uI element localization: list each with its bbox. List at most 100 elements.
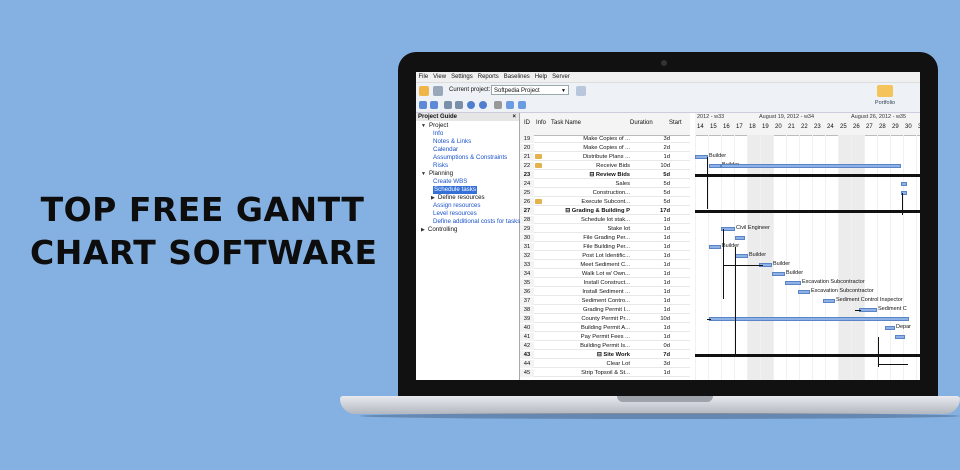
unlink-tasks-icon[interactable] xyxy=(455,101,463,109)
collapse-icon[interactable] xyxy=(430,101,438,109)
guide-item-label: Define resources xyxy=(437,194,485,201)
col-start[interactable]: Start xyxy=(669,120,682,126)
gantt-task-bar[interactable] xyxy=(735,236,745,240)
table-row[interactable]: 40 Building Permit A... 1d xyxy=(520,324,690,332)
menu-help[interactable]: Help xyxy=(532,72,549,80)
gantt-task-bar[interactable] xyxy=(785,281,801,285)
guide-item-risks[interactable]: Risks xyxy=(433,162,448,170)
table-row[interactable]: 20 Make Copies of ... 2d xyxy=(520,144,690,152)
gantt-task-bar[interactable] xyxy=(901,182,907,186)
gantt-task-bar[interactable] xyxy=(721,164,901,168)
portfolio-button[interactable]: Portfolio xyxy=(870,85,900,113)
guide-item-calendar[interactable]: Calendar xyxy=(433,146,458,154)
guide-item-schedule-tasks[interactable]: Schedule tasks xyxy=(433,186,477,194)
task-info xyxy=(535,252,548,260)
columns-icon[interactable] xyxy=(506,101,514,109)
gantt-task-bar[interactable] xyxy=(772,272,785,276)
current-project-select[interactable]: Softpedia Project ▼ xyxy=(491,85,569,95)
guide-item-info[interactable]: Info xyxy=(433,130,443,138)
resource-label: Sediment C xyxy=(878,306,907,312)
close-icon[interactable]: × xyxy=(512,113,516,121)
table-row[interactable]: 45 Strip Topsoil & St... 1d xyxy=(520,369,690,377)
current-project-label: Current project: xyxy=(449,87,491,93)
guide-item-assign-resources[interactable]: Assign resources xyxy=(433,202,480,210)
print-icon[interactable] xyxy=(433,86,443,96)
menu-settings[interactable]: Settings xyxy=(449,72,476,80)
col-duration[interactable]: Duration xyxy=(630,120,653,126)
guide-item-label: Controlling xyxy=(427,226,458,233)
table-row[interactable]: 22 Receive Bids 10d xyxy=(520,162,690,170)
table-row[interactable]: 37 Sediment Contro... 1d xyxy=(520,297,690,305)
table-row[interactable]: 34 Walk Lot w/ Own... 1d xyxy=(520,270,690,278)
table-row[interactable]: 31 File Building Per... 1d xyxy=(520,243,690,251)
link-tasks-icon[interactable] xyxy=(444,101,452,109)
col-id[interactable]: ID xyxy=(524,120,530,126)
menu-file[interactable]: File xyxy=(416,72,431,80)
table-row[interactable]: 32 Post Lot Identific... 1d xyxy=(520,252,690,260)
note-icon[interactable] xyxy=(535,163,542,168)
gantt-task-bar[interactable] xyxy=(798,290,810,294)
filter-icon[interactable] xyxy=(494,101,502,109)
gantt-task-bar[interactable] xyxy=(709,245,721,249)
table-row[interactable]: 42 Building Permit Is... 0d xyxy=(520,342,690,350)
guide-item-assumptions[interactable]: Assumptions & Constraints xyxy=(433,154,507,162)
expanded-arrow-icon: ▼ xyxy=(421,171,426,177)
table-row[interactable]: 26 Execute Subcont... 5d xyxy=(520,198,690,206)
table-row[interactable]: 39 County Permit Pr... 10d xyxy=(520,315,690,323)
dependency-line xyxy=(707,157,708,209)
guide-item-additional-costs[interactable]: Define additional costs for tasks xyxy=(433,218,520,226)
table-row[interactable]: 24 Sales 5d xyxy=(520,180,690,188)
open-folder-icon[interactable] xyxy=(419,86,429,96)
table-row[interactable]: 19 Make Copies of ... 3d xyxy=(520,135,690,143)
table-row[interactable]: 43 ⊟ Site Work 7d xyxy=(520,351,690,359)
note-icon[interactable] xyxy=(535,154,542,159)
properties-icon[interactable] xyxy=(518,101,526,109)
email-icon[interactable] xyxy=(576,86,586,96)
menu-reports[interactable]: Reports xyxy=(475,72,501,80)
summary-bar[interactable] xyxy=(695,210,920,213)
table-row[interactable]: 21 Distribute Plans ... 1d xyxy=(520,153,690,161)
table-row[interactable]: 35 Install Construct... 1d xyxy=(520,279,690,287)
table-row[interactable]: 25 Construction... 5d xyxy=(520,189,690,197)
col-info[interactable]: Info xyxy=(536,120,546,126)
col-task-name[interactable]: Task Name xyxy=(551,120,581,126)
gantt-task-bar[interactable] xyxy=(709,164,721,168)
gantt-task-bar[interactable] xyxy=(735,254,748,258)
menu-server[interactable]: Server xyxy=(550,72,573,80)
gantt-task-bar[interactable] xyxy=(885,326,895,330)
day-gridline xyxy=(773,135,774,380)
gantt-task-bar[interactable] xyxy=(859,308,877,312)
table-row[interactable]: 27 ⊟ Grading & Building P 17d xyxy=(520,207,690,215)
table-row[interactable]: 30 File Grading Per... 1d xyxy=(520,234,690,242)
table-row[interactable]: 28 Schedule lot stak... 1d xyxy=(520,216,690,224)
guide-item-create-wbs[interactable]: Create WBS xyxy=(433,178,467,186)
gantt-task-bar[interactable] xyxy=(823,299,835,303)
headline: TOP FREE GANTT CHART SOFTWARE xyxy=(30,188,378,274)
summary-bar[interactable] xyxy=(695,174,920,177)
table-row[interactable]: 41 Pay Permit Fees ... 1d xyxy=(520,333,690,341)
menu-view[interactable]: View xyxy=(431,72,449,80)
gantt-task-bar[interactable] xyxy=(709,317,909,321)
guide-item-level-resources[interactable]: Level resources xyxy=(433,210,477,218)
day-gridline xyxy=(838,135,839,380)
menu-baselines[interactable]: Baselines xyxy=(501,72,532,80)
table-row[interactable]: 23 ⊟ Review Bids 5d xyxy=(520,171,690,179)
guide-group-controlling[interactable]: ▶ Controlling xyxy=(421,226,457,235)
gantt-task-bar[interactable] xyxy=(895,335,905,339)
resource-label: Builder xyxy=(786,270,804,276)
task-id: 34 xyxy=(520,270,534,278)
note-icon[interactable] xyxy=(535,199,542,204)
table-row[interactable]: 29 Stake lot 1d xyxy=(520,225,690,233)
expand-icon[interactable] xyxy=(419,101,427,109)
table-row[interactable]: 38 Grading Permit I... 1d xyxy=(520,306,690,314)
table-row[interactable]: 33 Meet Sediment C... 1d xyxy=(520,261,690,269)
guide-item-notes-links[interactable]: Notes & Links xyxy=(433,138,471,146)
zoom-in-icon[interactable] xyxy=(467,101,475,109)
table-row[interactable]: 36 Install Sediment ... 1d xyxy=(520,288,690,296)
table-row[interactable]: 44 Clear Lot 3d xyxy=(520,360,690,368)
zoom-out-icon[interactable] xyxy=(479,101,487,109)
task-duration: 1d xyxy=(663,262,670,268)
headline-line-2: CHART SOFTWARE xyxy=(30,233,378,272)
task-duration: 1d xyxy=(663,271,670,277)
summary-bar[interactable] xyxy=(695,354,920,357)
